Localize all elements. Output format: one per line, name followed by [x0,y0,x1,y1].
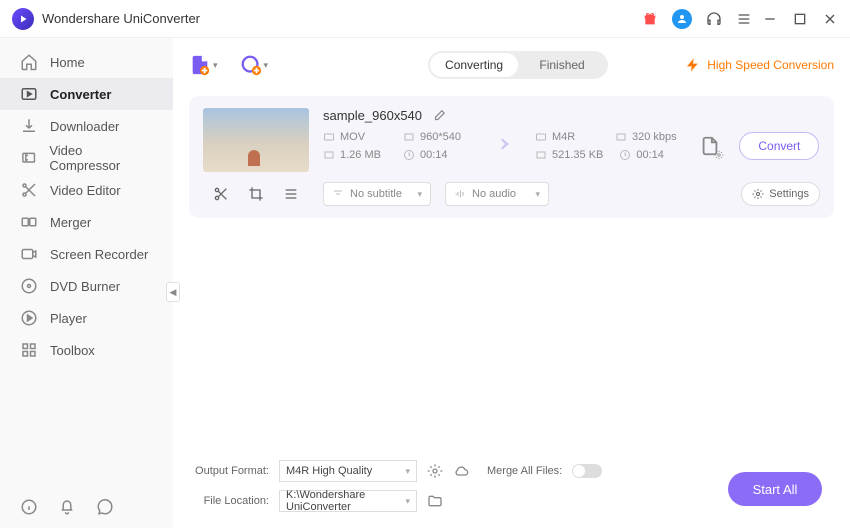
sidebar-item-label: Merger [50,215,91,230]
dst-size: 521.35 KB [535,149,603,161]
sidebar-item-downloader[interactable]: Downloader [0,110,173,142]
src-duration: 00:14 [403,149,467,161]
audio-select[interactable]: No audio ▾ [445,182,549,206]
feedback-icon[interactable] [96,498,114,516]
sidebar-item-label: Toolbox [50,343,95,358]
sidebar-item-label: Video Compressor [49,143,153,173]
tab-converting[interactable]: Converting [430,53,518,77]
sidebar-item-editor[interactable]: Video Editor [0,174,173,206]
high-speed-conversion-button[interactable]: High Speed Conversion [685,57,834,73]
tabs: Converting Finished [428,51,608,79]
bell-icon[interactable] [58,498,76,516]
chevron-down-icon: ▾ [405,496,410,507]
chevron-down-icon: ▾ [405,466,410,477]
sidebar-item-compressor[interactable]: Video Compressor [0,142,173,174]
high-speed-label: High Speed Conversion [707,58,834,72]
dst-duration: 00:14 [619,149,683,161]
start-all-button[interactable]: Start All [728,472,822,506]
add-url-button[interactable]: ▾ [240,54,269,76]
settings-button[interactable]: Settings [741,182,820,206]
download-icon [20,117,38,135]
sidebar-item-converter[interactable]: Converter [0,78,173,110]
trim-icon[interactable] [213,186,229,202]
main-panel: ▾ ▾ Converting Finished High Speed Conve… [173,38,850,528]
effect-icon[interactable] [283,186,299,202]
sidebar-item-label: Player [50,311,87,326]
src-format: MOV [323,131,387,143]
sidebar-item-label: Home [50,55,85,70]
play-icon [20,309,38,327]
converter-icon [20,85,38,103]
chevron-down-icon: ▾ [213,60,218,71]
maximize-button[interactable] [792,11,808,27]
chevron-down-icon: ▾ [264,60,269,71]
compressor-icon [20,149,37,167]
sidebar-item-dvd[interactable]: DVD Burner [0,270,173,302]
sidebar-item-label: Converter [50,87,111,102]
folder-icon[interactable] [427,493,443,509]
info-icon[interactable] [20,498,38,516]
file-location-label: File Location: [193,495,269,507]
collapse-sidebar-button[interactable]: ◀ [166,282,180,302]
menu-icon[interactable] [736,11,752,27]
add-file-button[interactable]: ▾ [189,54,218,76]
settings-label: Settings [769,188,809,200]
tab-finished[interactable]: Finished [518,53,606,77]
output-format-icon[interactable] [699,135,721,157]
sidebar: Home Converter Downloader Video Compress… [0,38,173,528]
output-format-value: M4R High Quality [286,465,372,477]
edit-name-icon[interactable] [432,109,446,123]
dst-format: M4R [535,131,599,143]
subtitle-value: No subtitle [350,188,402,200]
video-thumbnail[interactable] [203,108,309,172]
merger-icon [20,213,38,231]
merge-toggle[interactable] [572,464,602,478]
home-icon [20,53,38,71]
sidebar-item-label: Downloader [50,119,119,134]
subtitle-select[interactable]: No subtitle ▾ [323,182,431,206]
titlebar: Wondershare UniConverter [0,0,850,38]
avatar-icon[interactable] [672,9,692,29]
file-name: sample_960x540 [323,108,422,123]
chevron-down-icon: ▾ [535,189,540,200]
src-size: 1.26 MB [323,149,387,161]
dst-bitrate: 320 kbps [615,131,679,143]
headset-icon[interactable] [706,11,722,27]
arrow-icon [489,132,513,161]
chevron-down-icon: ▾ [417,189,422,200]
crop-icon[interactable] [248,186,264,202]
cloud-icon[interactable] [453,463,469,479]
sidebar-item-label: DVD Burner [50,279,120,294]
subtitle-icon [332,188,344,200]
sidebar-item-player[interactable]: Player [0,302,173,334]
file-card: sample_960x540 MOV 960*540 1.26 MB 00:14 [189,96,834,218]
audio-value: No audio [472,188,516,200]
output-format-label: Output Format: [193,465,269,477]
file-location-select[interactable]: K:\Wondershare UniConverter ▾ [279,490,417,512]
src-resolution: 960*540 [403,131,467,143]
minimize-button[interactable] [762,11,778,27]
grid-icon [20,341,38,359]
sidebar-item-toolbox[interactable]: Toolbox [0,334,173,366]
disc-icon [20,277,38,295]
merge-label: Merge All Files: [487,465,562,477]
audio-icon [454,188,466,200]
gear-icon[interactable] [427,463,443,479]
sidebar-item-merger[interactable]: Merger [0,206,173,238]
convert-button[interactable]: Convert [739,132,819,160]
app-title: Wondershare UniConverter [42,11,200,26]
sidebar-item-label: Video Editor [50,183,121,198]
app-logo [12,8,34,30]
file-location-value: K:\Wondershare UniConverter [286,489,405,513]
close-button[interactable] [822,11,838,27]
sidebar-item-home[interactable]: Home [0,46,173,78]
sidebar-item-label: Screen Recorder [50,247,148,262]
recorder-icon [20,245,38,263]
sidebar-item-recorder[interactable]: Screen Recorder [0,238,173,270]
scissors-icon [20,181,38,199]
output-format-select[interactable]: M4R High Quality ▾ [279,460,417,482]
gift-icon[interactable] [642,11,658,27]
